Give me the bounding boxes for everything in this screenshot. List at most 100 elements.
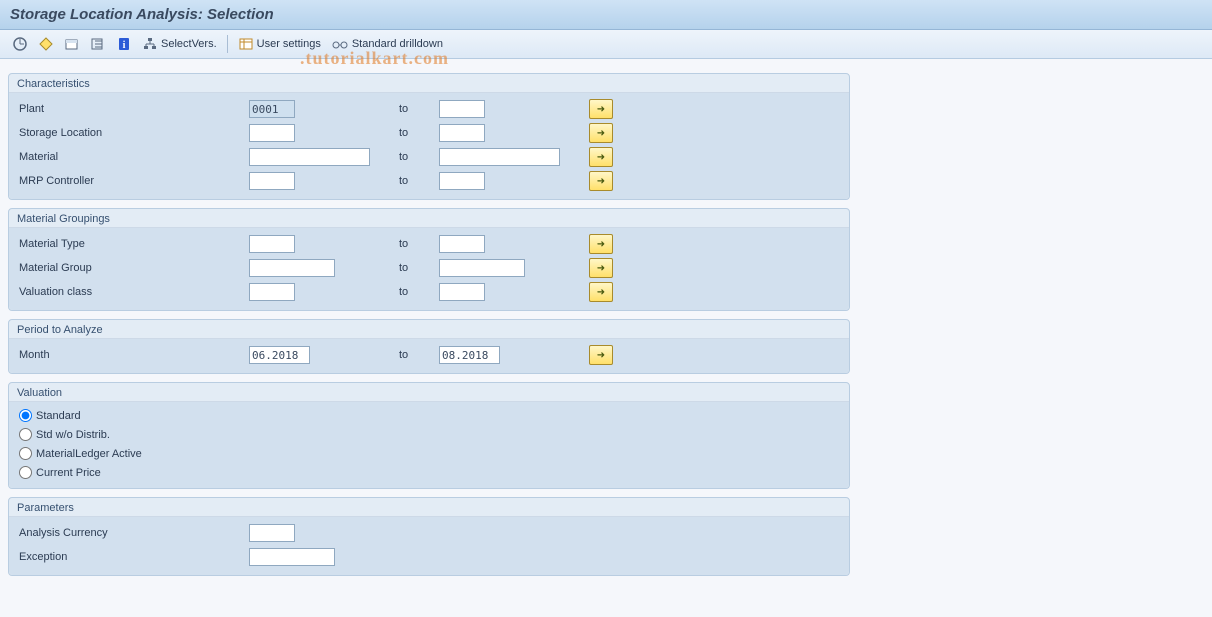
mgroup-from-input[interactable] <box>249 259 335 277</box>
to-label: to <box>399 151 439 163</box>
to-label: to <box>399 127 439 139</box>
radio-standard-label: Standard <box>36 410 81 422</box>
execute-print-button[interactable] <box>34 34 58 54</box>
glasses-icon <box>331 36 349 52</box>
radio-material-ledger[interactable]: MaterialLedger Active <box>15 444 843 463</box>
radio-ml-input[interactable] <box>19 447 32 460</box>
selection-icon <box>90 36 106 52</box>
info-icon: i <box>116 36 132 52</box>
select-version-label: SelectVers. <box>161 38 217 50</box>
group-title: Period to Analyze <box>9 320 849 338</box>
standard-drilldown-label: Standard drilldown <box>352 38 443 50</box>
mrp-from-input[interactable] <box>249 172 295 190</box>
label-storloc: Storage Location <box>15 127 249 139</box>
label-mtype: Material Type <box>15 238 249 250</box>
folder-open-icon <box>64 36 80 52</box>
row-material-type: Material Type to <box>15 232 843 256</box>
row-analysis-currency: Analysis Currency <box>15 521 843 545</box>
group-valuation: Valuation Standard Std w/o Distrib. Mate… <box>8 382 850 489</box>
valcls-multiple-selection-button[interactable] <box>589 282 613 302</box>
diamond-icon <box>38 36 54 52</box>
label-analysis-currency: Analysis Currency <box>15 527 249 539</box>
user-settings-button[interactable]: User settings <box>234 34 325 54</box>
label-mgroup: Material Group <box>15 262 249 274</box>
selection-screen: Characteristics Plant to Storage Locatio… <box>0 59 1212 604</box>
valcls-from-input[interactable] <box>249 283 295 301</box>
material-multiple-selection-button[interactable] <box>589 147 613 167</box>
hierarchy-icon <box>142 36 158 52</box>
row-plant: Plant to <box>15 97 843 121</box>
mrp-to-input[interactable] <box>439 172 485 190</box>
radio-current-price[interactable]: Current Price <box>15 463 843 482</box>
label-month: Month <box>15 349 249 361</box>
mtype-from-input[interactable] <box>249 235 295 253</box>
analysis-currency-input[interactable] <box>249 524 295 542</box>
to-label: to <box>399 349 439 361</box>
radio-ml-label: MaterialLedger Active <box>36 448 142 460</box>
get-variant-button[interactable] <box>60 34 84 54</box>
group-characteristics: Characteristics Plant to Storage Locatio… <box>8 73 850 200</box>
execute-icon <box>12 36 28 52</box>
to-label: to <box>399 286 439 298</box>
radio-stdwo-input[interactable] <box>19 428 32 441</box>
exception-input[interactable] <box>249 548 335 566</box>
selection-options-button[interactable] <box>86 34 110 54</box>
month-from-input[interactable] <box>249 346 310 364</box>
row-exception: Exception <box>15 545 843 569</box>
group-period: Period to Analyze Month to <box>8 319 850 374</box>
row-material: Material to <box>15 145 843 169</box>
to-label: to <box>399 175 439 187</box>
to-label: to <box>399 262 439 274</box>
row-valuation-class: Valuation class to <box>15 280 843 304</box>
plant-multiple-selection-button[interactable] <box>589 99 613 119</box>
material-from-input[interactable] <box>249 148 370 166</box>
label-exception: Exception <box>15 551 249 563</box>
radio-cp-label: Current Price <box>36 467 101 479</box>
month-to-input[interactable] <box>439 346 500 364</box>
row-month: Month to <box>15 343 843 367</box>
group-title: Material Groupings <box>9 209 849 227</box>
select-version-button[interactable]: SelectVers. <box>138 34 221 54</box>
mtype-to-input[interactable] <box>439 235 485 253</box>
label-mrp: MRP Controller <box>15 175 249 187</box>
info-button[interactable]: i <box>112 34 136 54</box>
to-label: to <box>399 103 439 115</box>
radio-cp-input[interactable] <box>19 466 32 479</box>
storloc-multiple-selection-button[interactable] <box>589 123 613 143</box>
storloc-from-input[interactable] <box>249 124 295 142</box>
radio-standard[interactable]: Standard <box>15 406 843 425</box>
toolbar-separator <box>227 35 228 53</box>
to-label: to <box>399 238 439 250</box>
user-settings-label: User settings <box>257 38 321 50</box>
label-valcls: Valuation class <box>15 286 249 298</box>
mtype-multiple-selection-button[interactable] <box>589 234 613 254</box>
storloc-to-input[interactable] <box>439 124 485 142</box>
group-title: Characteristics <box>9 74 849 92</box>
row-storage-location: Storage Location to <box>15 121 843 145</box>
group-material-groupings: Material Groupings Material Type to Mate… <box>8 208 850 311</box>
radio-std-wo-distrib[interactable]: Std w/o Distrib. <box>15 425 843 444</box>
valcls-to-input[interactable] <box>439 283 485 301</box>
month-multiple-selection-button[interactable] <box>589 345 613 365</box>
mrp-multiple-selection-button[interactable] <box>589 171 613 191</box>
page-title: Storage Location Analysis: Selection <box>0 0 1212 30</box>
row-mrp-controller: MRP Controller to <box>15 169 843 193</box>
label-material: Material <box>15 151 249 163</box>
plant-from-input[interactable] <box>249 100 295 118</box>
radio-stdwo-label: Std w/o Distrib. <box>36 429 110 441</box>
radio-standard-input[interactable] <box>19 409 32 422</box>
table-settings-icon <box>238 36 254 52</box>
application-toolbar: i SelectVers. User settings Standard dri… <box>0 30 1212 59</box>
group-parameters: Parameters Analysis Currency Exception <box>8 497 850 576</box>
row-material-group: Material Group to <box>15 256 843 280</box>
label-plant: Plant <box>15 103 249 115</box>
plant-to-input[interactable] <box>439 100 485 118</box>
mgroup-to-input[interactable] <box>439 259 525 277</box>
svg-text:i: i <box>123 40 126 51</box>
group-title: Parameters <box>9 498 849 516</box>
group-title: Valuation <box>9 383 849 401</box>
standard-drilldown-button[interactable]: Standard drilldown <box>327 34 447 54</box>
material-to-input[interactable] <box>439 148 560 166</box>
execute-button[interactable] <box>8 34 32 54</box>
mgroup-multiple-selection-button[interactable] <box>589 258 613 278</box>
